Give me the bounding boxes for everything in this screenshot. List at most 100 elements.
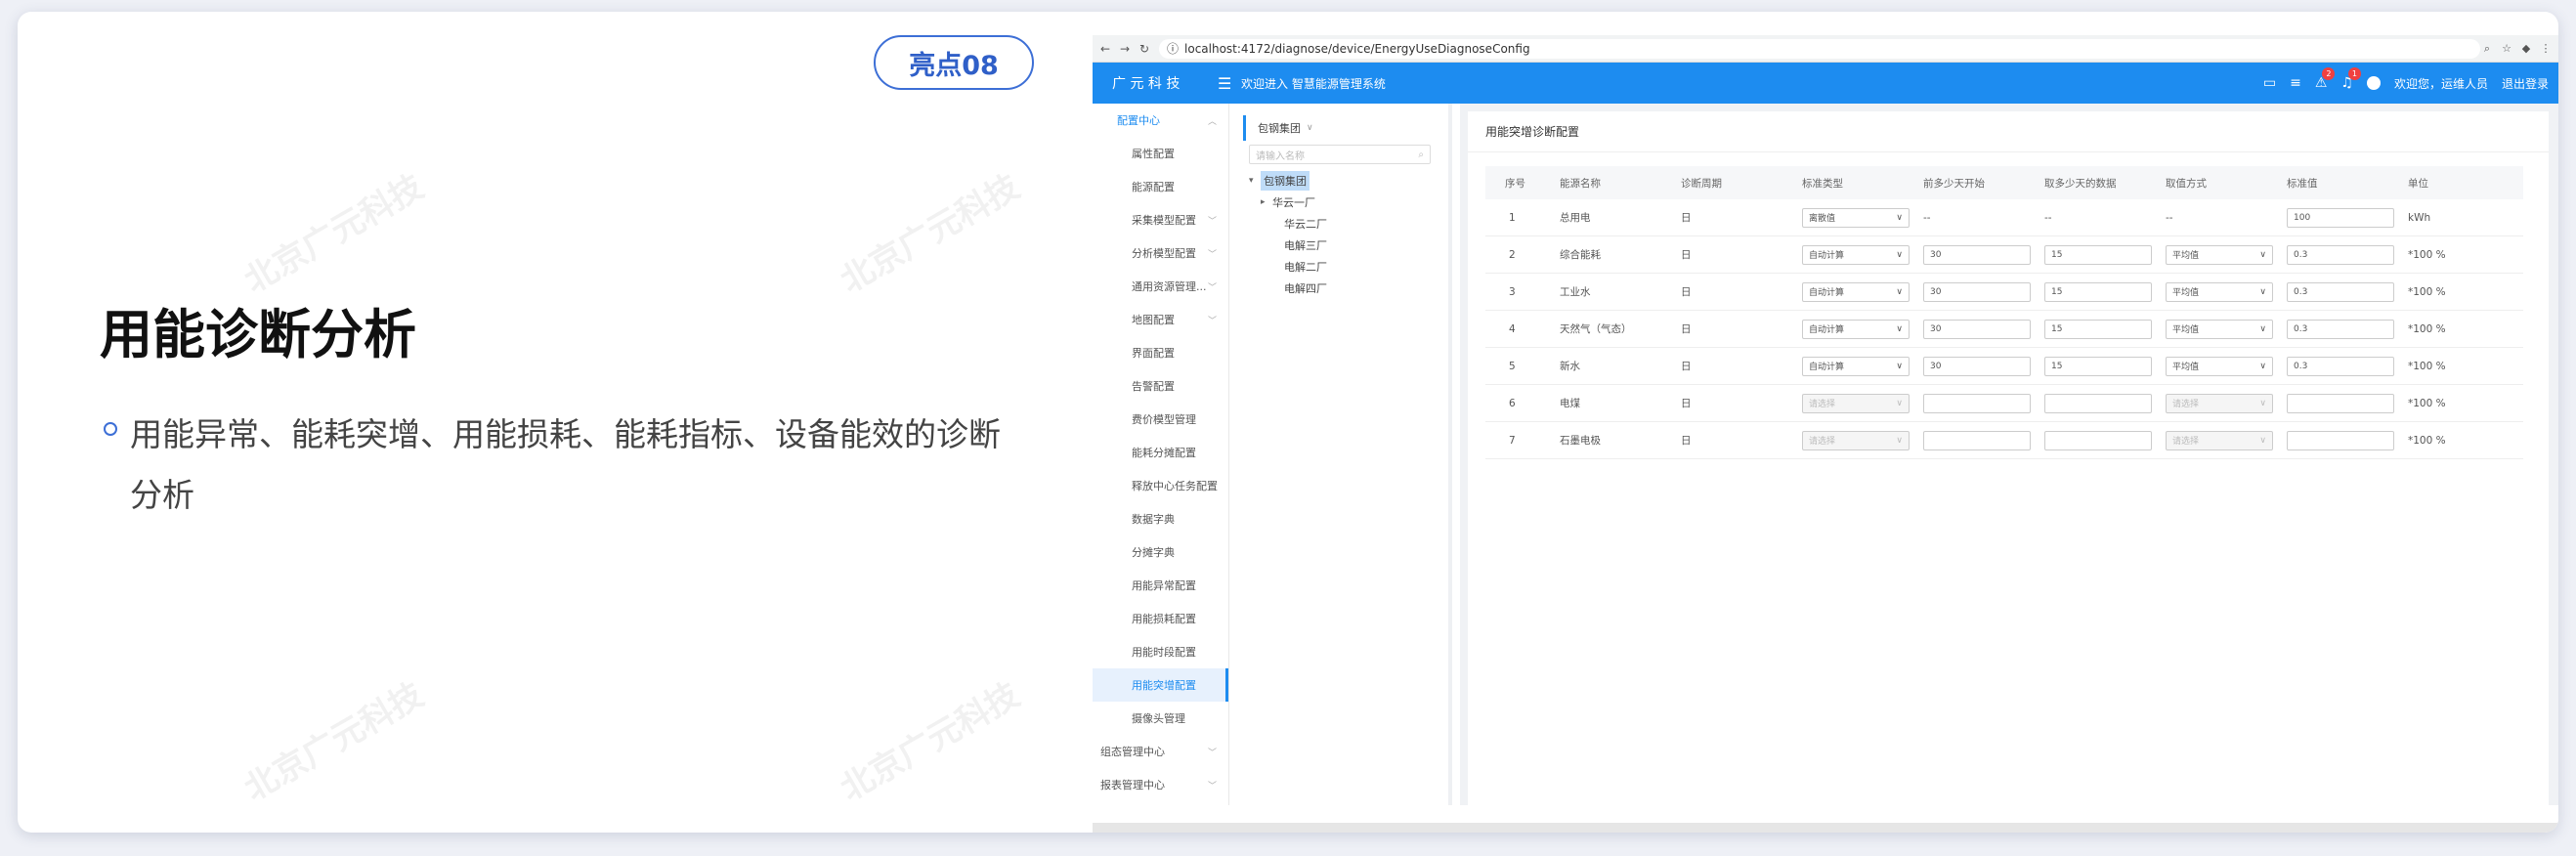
horizontal-scrollbar[interactable] bbox=[1093, 823, 2558, 833]
input-field[interactable]: 15 bbox=[2044, 281, 2152, 302]
tree-search-input[interactable]: 请输入名称 ⌕ bbox=[1249, 145, 1431, 164]
select-field[interactable]: 平均值 ∨ bbox=[2166, 281, 2273, 302]
sidebar-item[interactable]: 分摊字典 bbox=[1093, 535, 1228, 569]
input-field[interactable]: 15 bbox=[2044, 356, 2152, 376]
logout-button[interactable]: 退出登录 bbox=[2502, 75, 2549, 92]
select-field[interactable]: 自动计算 ∨ bbox=[1802, 356, 1910, 376]
list-icon[interactable]: ≡ bbox=[2290, 75, 2301, 91]
select-field[interactable]: 请选择 ∨ bbox=[1802, 430, 1910, 450]
sidebar-item-label: 属性配置 bbox=[1132, 148, 1175, 160]
input-field[interactable]: 15 bbox=[2044, 244, 2152, 265]
select-field[interactable]: 平均值 ∨ bbox=[2166, 244, 2273, 265]
select-field[interactable]: 自动计算 ∨ bbox=[1802, 244, 1910, 265]
input-field[interactable]: 100 bbox=[2287, 207, 2394, 228]
select-field[interactable]: 请选择 ∨ bbox=[1802, 393, 1910, 413]
sidebar-item[interactable]: 地图配置 ﹀ bbox=[1093, 303, 1228, 336]
table-row: 4 天然气（气态） 日 自动计算 ∨ 30 15 平均值 ∨ 0.3 *100 % bbox=[1485, 311, 2523, 348]
input-field[interactable] bbox=[2287, 430, 2394, 450]
input-field[interactable] bbox=[2044, 430, 2152, 450]
sidebar-item[interactable]: 配置中心 ︿ bbox=[1093, 104, 1228, 137]
select-field[interactable]: 请选择 ∨ bbox=[2166, 393, 2273, 413]
select-field[interactable]: 请选择 ∨ bbox=[2166, 430, 2273, 450]
input-field[interactable]: 30 bbox=[1923, 319, 2031, 339]
input-field[interactable] bbox=[2044, 393, 2152, 413]
menu-toggle-icon[interactable]: ☰ bbox=[1218, 74, 1241, 93]
menu-dots-icon[interactable]: ⋮ bbox=[2539, 42, 2553, 55]
tree-node[interactable]: 电解二厂 bbox=[1235, 256, 1448, 278]
column-header: 能源名称 bbox=[1560, 177, 1601, 190]
select-field[interactable]: 离散值 ∨ bbox=[1802, 207, 1910, 228]
tree-toggle-icon[interactable]: ▾ bbox=[1249, 176, 1261, 186]
forward-icon[interactable]: → bbox=[1118, 42, 1132, 56]
input-field[interactable]: 0.3 bbox=[2287, 319, 2394, 339]
sidebar-item[interactable]: 采集模型配置 ﹀ bbox=[1093, 203, 1228, 236]
cell-text: 日 bbox=[1681, 212, 1692, 224]
input-field[interactable]: 30 bbox=[1923, 356, 2031, 376]
zoom-icon[interactable]: ⌕ bbox=[2480, 42, 2494, 56]
tree-node[interactable]: 华云二厂 bbox=[1235, 213, 1448, 235]
warning-icon[interactable]: ⚠ 2 bbox=[2315, 67, 2336, 91]
sidebar-item-label: 分析模型配置 bbox=[1132, 247, 1196, 260]
reload-icon[interactable]: ↻ bbox=[1138, 42, 1151, 56]
bell-icon[interactable]: ♫ 1 bbox=[2340, 67, 2361, 91]
input-field[interactable]: 15 bbox=[2044, 319, 2152, 339]
avatar[interactable] bbox=[2366, 76, 2381, 90]
field-value: 平均值 bbox=[2172, 363, 2200, 372]
sidebar-item[interactable]: 分析模型配置 ﹀ bbox=[1093, 236, 1228, 270]
sidebar-item[interactable]: 能源配置 bbox=[1093, 170, 1228, 203]
sidebar-item[interactable]: 通用资源管理... ﹀ bbox=[1093, 270, 1228, 303]
sidebar-item[interactable]: 数据字典 bbox=[1093, 502, 1228, 535]
field-value: 30 bbox=[1930, 361, 1942, 371]
sidebar-item[interactable]: 用能异常配置 bbox=[1093, 569, 1228, 602]
star-icon[interactable]: ☆ bbox=[2500, 42, 2513, 55]
input-field[interactable] bbox=[1923, 430, 2031, 450]
input-field[interactable]: 0.3 bbox=[2287, 356, 2394, 376]
sidebar-item-label: 费价模型管理 bbox=[1132, 413, 1196, 426]
chevron-down-icon: ∨ bbox=[2259, 323, 2266, 334]
sidebar-item-label: 数据字典 bbox=[1132, 513, 1175, 526]
select-field[interactable]: 平均值 ∨ bbox=[2166, 319, 2273, 339]
tree-search-placeholder: 请输入名称 bbox=[1256, 150, 1305, 162]
sidebar-item[interactable]: 报表管理中心 ﹀ bbox=[1093, 768, 1228, 801]
sidebar-item[interactable]: 用能时段配置 bbox=[1093, 635, 1228, 668]
tree-node-label: 电解二厂 bbox=[1284, 261, 1327, 274]
sidebar-item[interactable]: 摄像头管理 bbox=[1093, 702, 1228, 735]
tree-node[interactable]: ▾ 包钢集团 bbox=[1235, 170, 1448, 192]
tree-toggle-icon[interactable]: ▸ bbox=[1261, 197, 1272, 207]
sidebar-item[interactable]: 用能损耗配置 bbox=[1093, 602, 1228, 635]
input-field[interactable]: 30 bbox=[1923, 244, 2031, 265]
sidebar-item[interactable]: 属性配置 bbox=[1093, 137, 1228, 170]
tree-node[interactable]: ▸ 华云一厂 bbox=[1235, 192, 1448, 213]
select-field[interactable]: 自动计算 ∨ bbox=[1802, 281, 1910, 302]
sidebar-item[interactable]: 费价模型管理 bbox=[1093, 403, 1228, 436]
input-field[interactable]: 0.3 bbox=[2287, 244, 2394, 265]
screen-icon[interactable]: ▭ bbox=[2263, 75, 2276, 91]
sidebar-item-label: 告警配置 bbox=[1132, 380, 1175, 393]
cell-text: -- bbox=[2044, 211, 2052, 224]
input-field[interactable] bbox=[2287, 393, 2394, 413]
table-header: 序号 能源名称 诊断周期 标准类型 前多少天开始 取多少天的数据 取值方式 标准值 单位 bbox=[1485, 166, 2523, 199]
back-icon[interactable]: ← bbox=[1098, 42, 1112, 56]
cell-text: 日 bbox=[1681, 398, 1692, 409]
input-field[interactable] bbox=[1923, 393, 2031, 413]
sidebar-item[interactable]: 组态管理中心 ﹀ bbox=[1093, 735, 1228, 768]
extension-icon[interactable]: ◆ bbox=[2519, 42, 2533, 55]
tree-node[interactable]: 电解四厂 bbox=[1235, 278, 1448, 299]
cell-text: 1 bbox=[1509, 211, 1516, 224]
app-screenshot: ← → ↻ ⓘ localhost:4172/diagnose/device/En… bbox=[1093, 35, 2558, 833]
sidebar-item[interactable]: 释放中心任务配置 bbox=[1093, 469, 1228, 502]
sidebar-item[interactable]: 能耗分摊配置 bbox=[1093, 436, 1228, 469]
tree-node[interactable]: 电解三厂 bbox=[1235, 235, 1448, 256]
select-field[interactable]: 自动计算 ∨ bbox=[1802, 319, 1910, 339]
tree-header[interactable]: 包钢集团 ∨ bbox=[1243, 115, 1448, 141]
sidebar-item[interactable]: 用能突增配置 bbox=[1093, 668, 1228, 702]
cell-text: 综合能耗 bbox=[1560, 249, 1601, 261]
cell-text: 4 bbox=[1509, 322, 1516, 335]
sidebar-item[interactable]: 界面配置 bbox=[1093, 336, 1228, 369]
address-bar[interactable]: ⓘ localhost:4172/diagnose/device/EnergyUs… bbox=[1159, 38, 2480, 59]
input-field[interactable]: 0.3 bbox=[2287, 281, 2394, 302]
sidebar-item[interactable]: 告警配置 bbox=[1093, 369, 1228, 403]
input-field[interactable]: 30 bbox=[1923, 281, 2031, 302]
select-field[interactable]: 平均值 ∨ bbox=[2166, 356, 2273, 376]
cell-text: 天然气（气态） bbox=[1560, 323, 1632, 335]
